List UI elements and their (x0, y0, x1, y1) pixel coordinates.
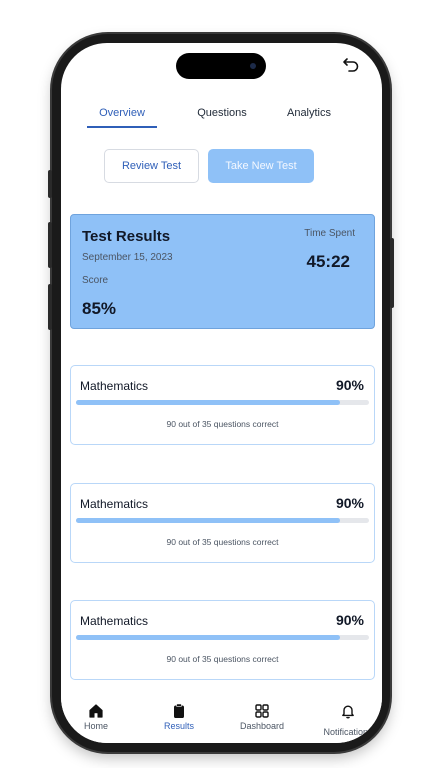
nav-home[interactable]: Home (64, 703, 128, 731)
nav-notifications[interactable]: Notifications (313, 703, 382, 737)
subject-progress-fill (76, 635, 340, 640)
action-button (48, 170, 52, 198)
nav-notifications-label: Notifications (323, 727, 373, 737)
tab-bar: Overview Questions Analytics (61, 107, 382, 131)
clipboard-icon (174, 703, 184, 718)
nav-dashboard[interactable]: Dashboard (230, 703, 294, 731)
home-icon (89, 704, 103, 718)
subject-percent: 90% (335, 495, 364, 511)
nav-results[interactable]: Results (147, 703, 211, 731)
subject-percent: 90% (335, 612, 364, 628)
time-spent-value: 45:22 (306, 252, 350, 271)
subject-card: Mathematics 90% 90 out of 35 questions c… (70, 365, 375, 445)
results-title: Test Results (82, 228, 171, 245)
subject-progress-fill (76, 400, 340, 405)
score-label: Score (82, 275, 109, 286)
stage: Overview Questions Analytics Review Test… (0, 0, 429, 768)
undo-icon[interactable] (342, 55, 360, 73)
subject-percent: 90% (335, 377, 364, 393)
bell-icon (342, 705, 354, 719)
tab-analytics[interactable]: Analytics (274, 107, 344, 119)
subject-detail: 90 out of 35 questions correct (166, 654, 279, 664)
score-value: 85% (82, 299, 117, 318)
subject-card: Mathematics 90% 90 out of 35 questions c… (70, 600, 375, 680)
app-screen: Overview Questions Analytics Review Test… (61, 43, 382, 743)
subject-name: Mathematics (80, 379, 149, 393)
subject-progress-fill (76, 518, 340, 523)
nav-dashboard-label: Dashboard (239, 721, 285, 731)
review-test-button[interactable]: Review Test (104, 149, 199, 183)
camera-dot (250, 63, 256, 69)
time-spent-label: Time Spent (304, 228, 355, 239)
subject-name: Mathematics (80, 497, 149, 511)
volume-down-button (48, 284, 52, 330)
bottom-nav: Home Results Dashboard Notifications (61, 695, 382, 743)
subject-detail: 90 out of 35 questions correct (166, 419, 279, 429)
tab-overview[interactable]: Overview (87, 107, 157, 119)
dynamic-island (176, 53, 266, 79)
active-tab-indicator (87, 126, 157, 128)
grid-icon (255, 704, 269, 718)
subject-name: Mathematics (80, 614, 149, 628)
subject-progress-track (76, 635, 369, 640)
subject-detail: 90 out of 35 questions correct (166, 537, 279, 547)
test-results-card: Test Results September 15, 2023 Score 85… (70, 214, 375, 329)
nav-results-label: Results (163, 721, 194, 731)
subject-progress-track (76, 518, 369, 523)
power-button (390, 238, 394, 308)
nav-home-label: Home (83, 721, 108, 731)
tab-questions[interactable]: Questions (187, 107, 257, 119)
results-date: September 15, 2023 (82, 252, 173, 263)
subject-card: Mathematics 90% 90 out of 35 questions c… (70, 483, 375, 563)
volume-up-button (48, 222, 52, 268)
take-new-test-button[interactable]: Take New Test (208, 149, 314, 183)
subject-progress-track (76, 400, 369, 405)
